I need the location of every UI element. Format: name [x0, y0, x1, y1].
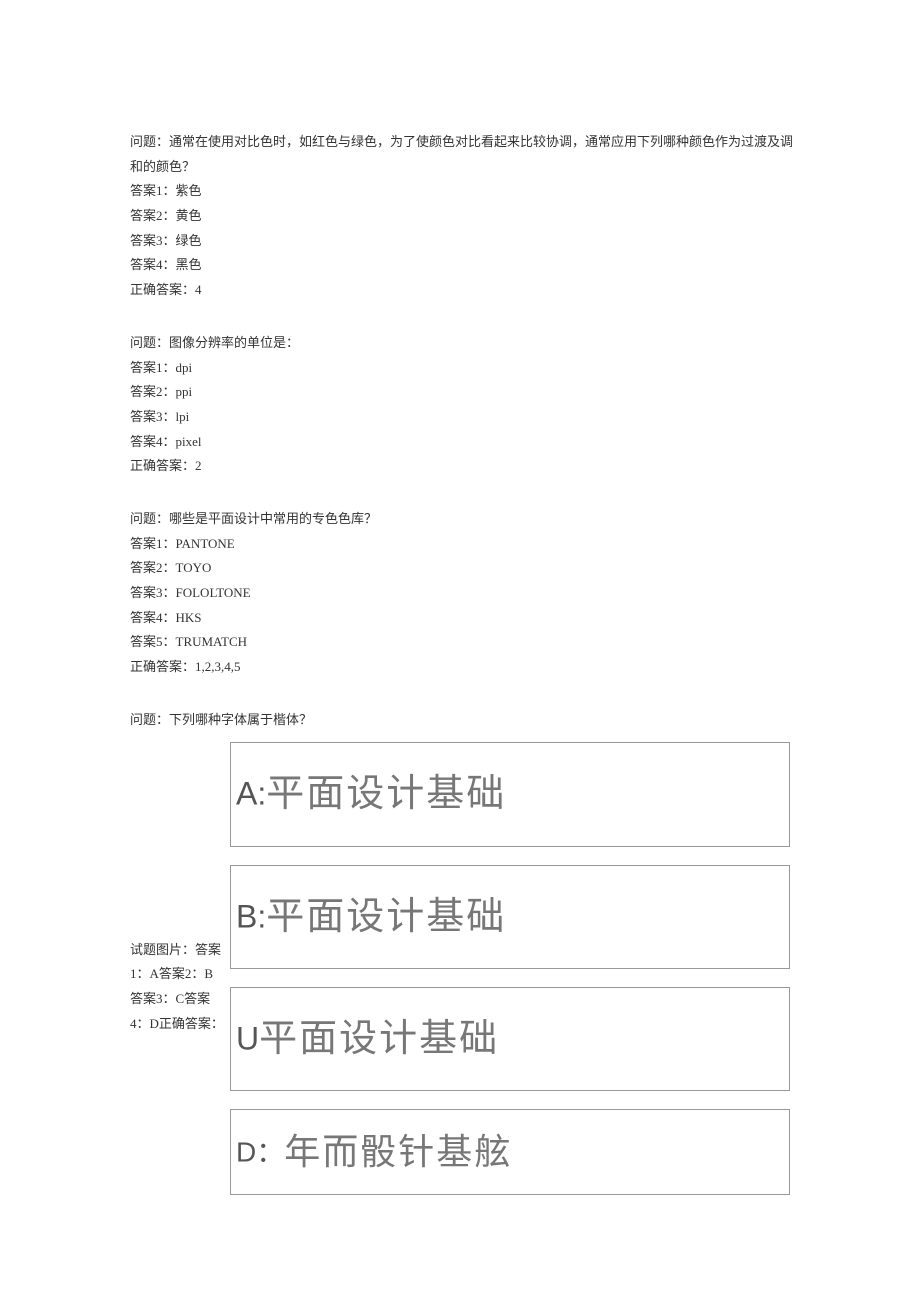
font-sample-d: D：年而骰针基舷: [230, 1109, 790, 1195]
answer-option: 答案3：FOLOLTONE: [130, 581, 800, 606]
question-block-4: 问题：下列哪种字体属于楷体？ A:平面设计基础 B:平面设计基础 U平面设计基础…: [130, 708, 800, 1196]
answer-option: 答案2：TOYO: [130, 556, 800, 581]
sample-text: 平面设计基础: [259, 1018, 499, 1060]
font-samples-image: A:平面设计基础 B:平面设计基础 U平面设计基础: [230, 742, 800, 1091]
question-text: 问题：通常在使用对比色时，如红色与绿色，为了使颜色对比看起来比较协调，通常应用下…: [130, 130, 800, 179]
answer-option: 答案3：lpi: [130, 405, 800, 430]
answer-option: 答案5：TRUMATCH: [130, 630, 800, 655]
correct-answer: 正确答案：1,2,3,4,5: [130, 655, 800, 680]
font-sample-c: U平面设计基础: [230, 987, 790, 1091]
answer-option: 答案2：ppi: [130, 380, 800, 405]
question-text: 问题：哪些是平面设计中常用的专色色库？: [130, 507, 800, 532]
question-text: 问题：下列哪种字体属于楷体？: [130, 708, 800, 733]
font-sample-a: A:平面设计基础: [230, 742, 790, 846]
correct-answer: 正确答案：2: [130, 454, 800, 479]
sample-label: D：: [236, 1137, 284, 1168]
answer-option: 答案2：黄色: [130, 204, 800, 229]
font-sample-b: B:平面设计基础: [230, 865, 790, 969]
question-text: 问题：图像分辨率的单位是：: [130, 331, 800, 356]
question-block-2: 问题：图像分辨率的单位是： 答案1：dpi 答案2：ppi 答案3：lpi 答案…: [130, 331, 800, 479]
sample-label: B:: [236, 898, 266, 934]
sample-label: U: [236, 1021, 259, 1057]
question-block-1: 问题：通常在使用对比色时，如红色与绿色，为了使颜色对比看起来比较协调，通常应用下…: [130, 130, 800, 303]
sample-text: 平面设计基础: [266, 773, 506, 815]
answer-summary-text: 试题图片：答案1：A答案2：B答案3：C答案4：D正确答案：: [130, 938, 225, 1037]
answer-option: 答案1：PANTONE: [130, 532, 800, 557]
correct-answer: 正确答案：4: [130, 278, 800, 303]
answer-option: 答案4：pixel: [130, 430, 800, 455]
answer-option: 答案4：HKS: [130, 606, 800, 631]
sample-text: 平面设计基础: [266, 896, 506, 938]
answer-option: 答案3：绿色: [130, 229, 800, 254]
sample-text: 年而骰针基舷: [284, 1132, 512, 1172]
answer-option: 答案4：黑色: [130, 253, 800, 278]
answer-option: 答案1：紫色: [130, 179, 800, 204]
answer-option: 答案1：dpi: [130, 356, 800, 381]
question-block-3: 问题：哪些是平面设计中常用的专色色库？ 答案1：PANTONE 答案2：TOYO…: [130, 507, 800, 680]
sample-label: A:: [236, 776, 266, 812]
